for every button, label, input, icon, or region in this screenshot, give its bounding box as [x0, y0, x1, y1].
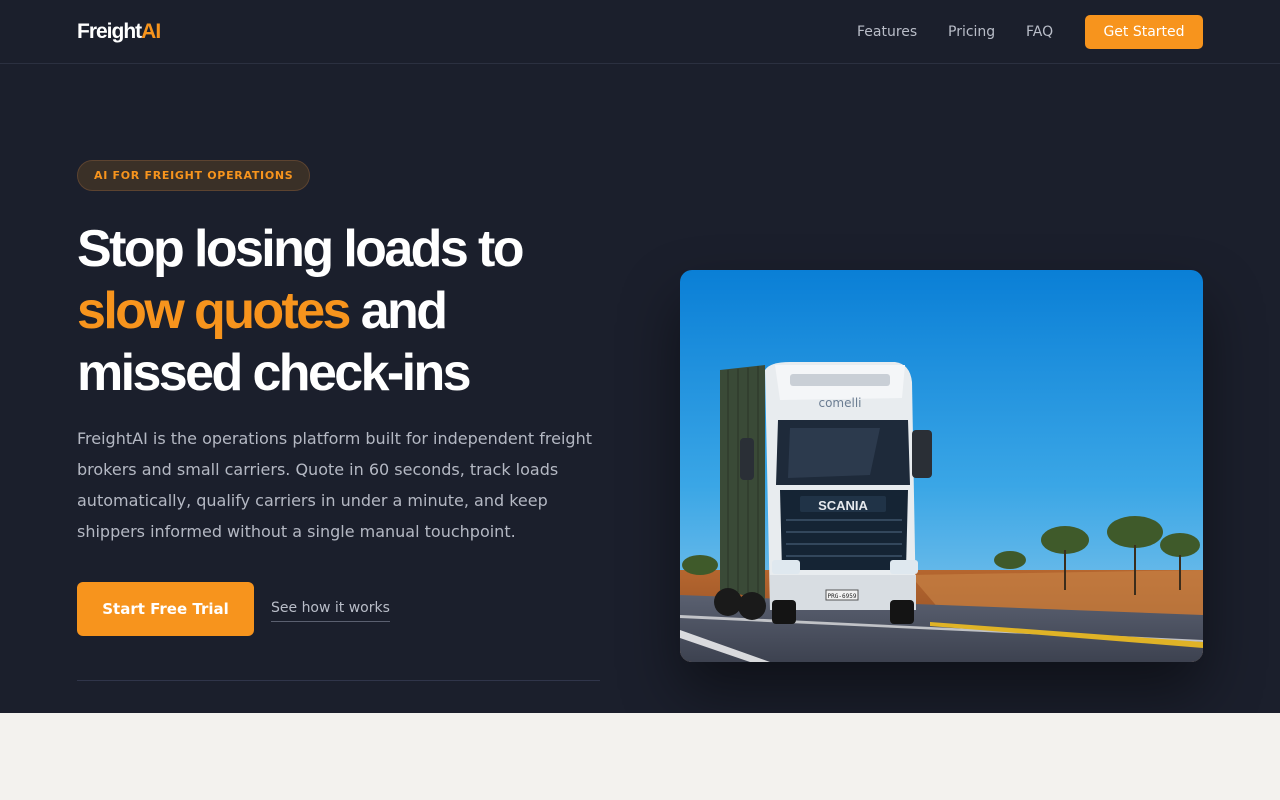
truck-plate-text: PRG-6959 — [828, 593, 857, 600]
landing-page: FreightAI Features Pricing FAQ Get Start… — [0, 0, 1280, 800]
hero-truck-image: SCANIA comelli PRG-6959 — [680, 270, 1203, 662]
truck-cab-text: comelli — [818, 396, 861, 410]
next-section — [0, 713, 1280, 800]
headline-highlight: slow quotes — [77, 282, 351, 340]
logo-main: Freight — [77, 20, 142, 43]
headline-line-3: missed check-ins — [77, 344, 472, 402]
hero-badge: AI FOR FREIGHT OPERATIONS — [77, 160, 311, 191]
see-how-it-works-link[interactable]: See how it works — [271, 598, 390, 622]
nav-link-features[interactable]: Features — [857, 22, 917, 42]
nav-link-faq[interactable]: FAQ — [1026, 22, 1053, 42]
hero-description: FreightAI is the operations platform bui… — [77, 429, 592, 541]
headline-line-1: Stop losing loads to — [77, 220, 524, 278]
start-free-trial-button[interactable]: Start Free Trial — [77, 582, 254, 636]
get-started-button[interactable]: Get Started — [1085, 15, 1203, 49]
logo-accent: AI — [141, 20, 161, 43]
logo[interactable]: FreightAI — [77, 19, 161, 45]
top-nav: FreightAI Features Pricing FAQ Get Start… — [0, 0, 1280, 64]
headline-line-2-rest: and — [348, 282, 448, 340]
truck-brand-text: SCANIA — [818, 498, 868, 513]
hero-headline: Stop losing loads to slow quotes and mis… — [77, 218, 637, 404]
hero-divider — [77, 680, 600, 681]
nav-link-pricing[interactable]: Pricing — [948, 22, 995, 42]
